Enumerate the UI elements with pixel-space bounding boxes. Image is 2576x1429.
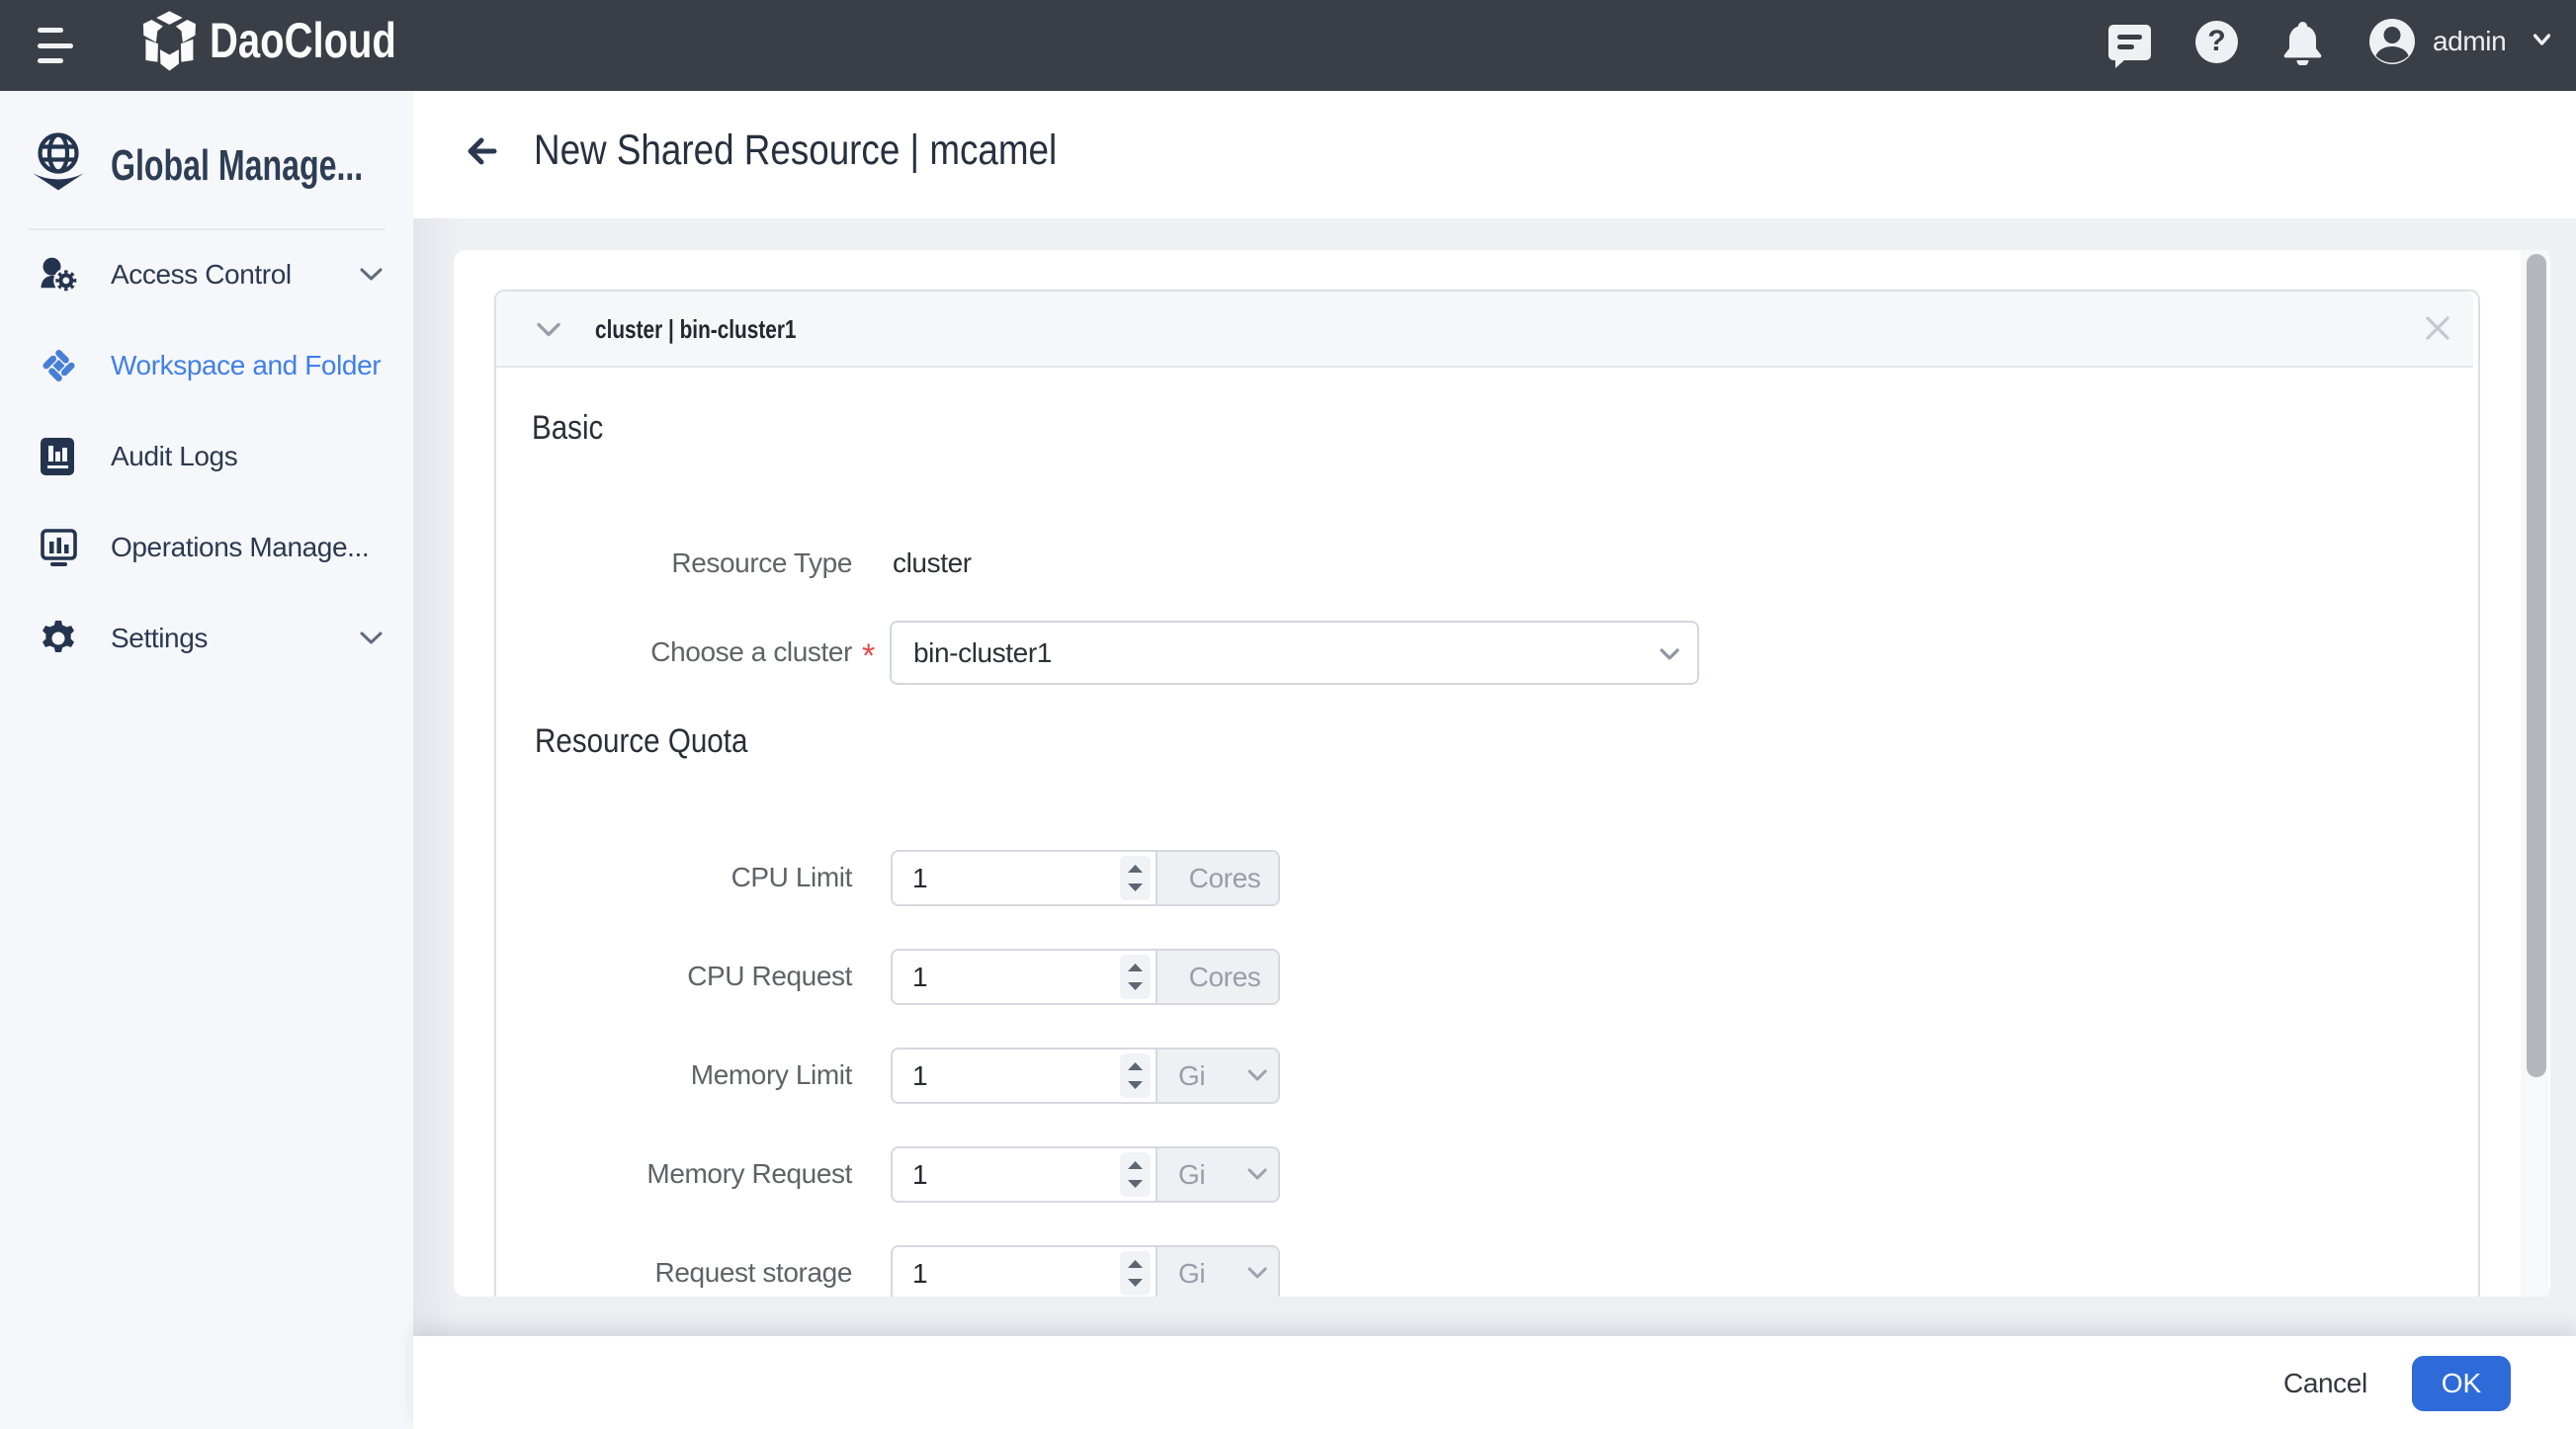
svg-text:?: ? <box>2207 25 2225 57</box>
